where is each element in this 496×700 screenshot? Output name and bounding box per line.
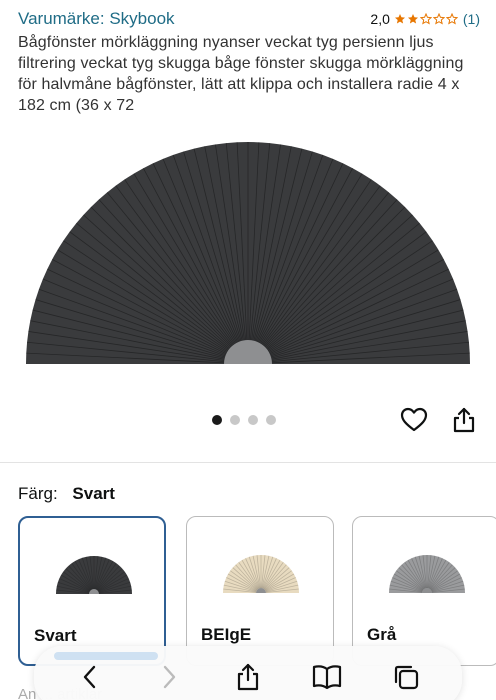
scroll-hint — [54, 652, 158, 660]
brand-rating-row: Varumärke: Skybook 2,0 (1) — [18, 8, 480, 30]
swatch-svart[interactable]: Svart — [18, 516, 166, 666]
carousel-dot[interactable] — [212, 415, 222, 425]
swatch-gra[interactable]: Grå — [352, 516, 496, 666]
star-empty-icon — [445, 13, 458, 25]
forward-button[interactable] — [149, 657, 189, 697]
share-icon — [237, 663, 259, 691]
brand-link[interactable]: Varumärke: Skybook — [18, 9, 175, 29]
heart-icon[interactable] — [400, 406, 428, 434]
swatch-label: Svart — [34, 626, 77, 645]
selected-color-value: Svart — [72, 484, 115, 503]
swatch-label: BEIgE — [201, 625, 252, 644]
rating-count[interactable]: (1) — [463, 11, 480, 27]
rating[interactable]: 2,0 (1) — [370, 11, 480, 27]
chevron-left-icon — [83, 665, 95, 689]
star-empty-icon — [432, 13, 445, 25]
swatch-thumbnail — [223, 555, 299, 593]
product-image[interactable] — [24, 128, 472, 368]
back-button[interactable] — [70, 657, 110, 697]
star-empty-icon — [419, 13, 432, 25]
share-icon[interactable] — [451, 406, 477, 434]
carousel-dot[interactable] — [266, 415, 276, 425]
carousel-dot[interactable] — [230, 415, 240, 425]
swatch-beige[interactable]: BEIgE — [186, 516, 334, 666]
tabs-button[interactable] — [386, 657, 426, 697]
image-carousel-dots — [212, 415, 276, 425]
star-filled-icon — [394, 14, 405, 24]
color-selection-label: Färg: Svart — [18, 484, 115, 504]
carousel-dot[interactable] — [248, 415, 258, 425]
product-title: Bågfönster mörkläggning nyanser veckat t… — [18, 34, 464, 114]
color-label: Färg: — [18, 484, 58, 503]
chevron-right-icon — [163, 665, 175, 689]
rating-stars — [394, 13, 459, 25]
swatch-label: Grå — [367, 625, 397, 644]
star-filled-icon — [407, 14, 418, 24]
bookmarks-button[interactable] — [307, 657, 347, 697]
rating-value: 2,0 — [370, 11, 390, 27]
swatch-thumbnail — [56, 556, 132, 594]
section-divider — [0, 462, 496, 463]
swatch-thumbnail — [389, 555, 465, 593]
book-icon — [313, 665, 342, 690]
share-button[interactable] — [228, 657, 268, 697]
tabs-icon — [395, 665, 419, 690]
